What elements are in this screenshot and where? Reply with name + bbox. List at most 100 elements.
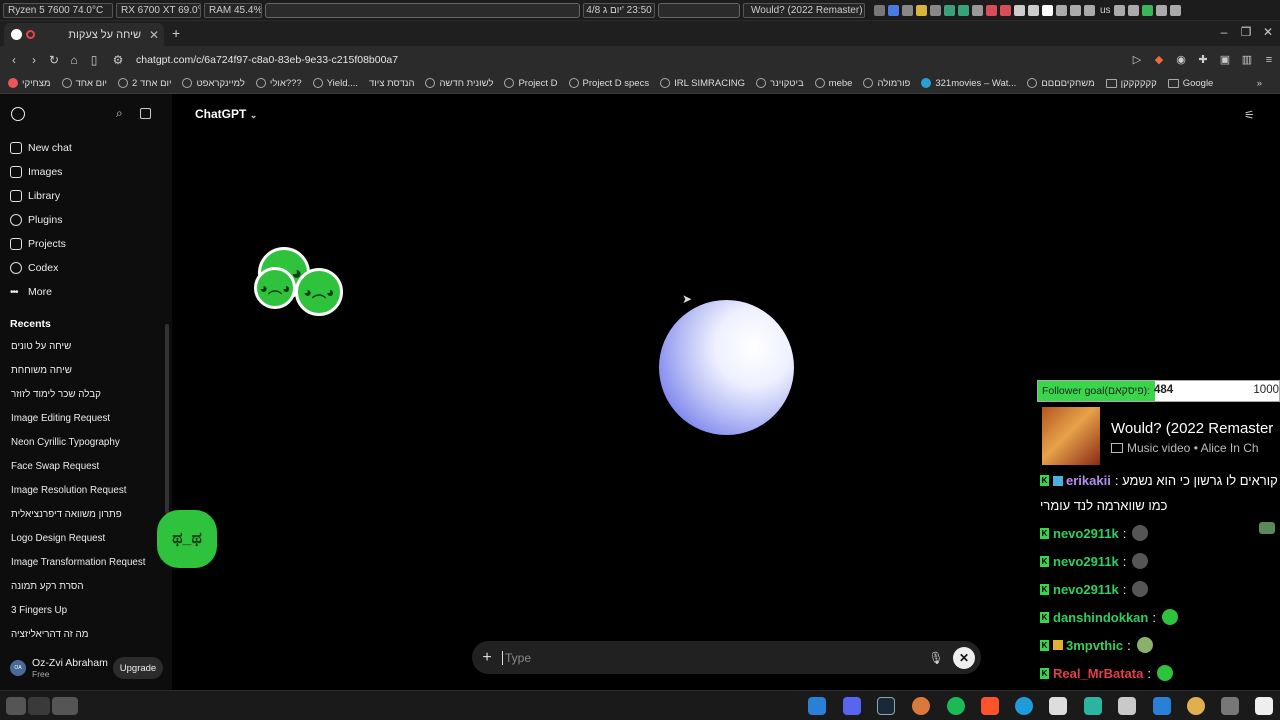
- windows-start-icon[interactable]: [808, 697, 826, 715]
- volume-icon[interactable]: [1056, 4, 1067, 16]
- bookmark-item[interactable]: מצחיקי: [8, 78, 51, 89]
- recent-chat-item[interactable]: הסרת רקע תמונה: [11, 581, 84, 592]
- bookmark-icon[interactable]: ▯: [84, 53, 104, 67]
- sidebar-toggle-icon[interactable]: ▥: [1236, 53, 1258, 66]
- bookmark-item[interactable]: אולי???: [255, 78, 302, 89]
- bookmark-item[interactable]: למיינקראפט: [182, 78, 245, 89]
- plugins-link[interactable]: Plugins: [10, 214, 62, 226]
- tray-icon[interactable]: [958, 4, 969, 16]
- projects-link[interactable]: Projects: [10, 238, 66, 250]
- settings-sliders-icon[interactable]: ⚟: [1244, 108, 1255, 122]
- workspace-thumbnail[interactable]: [52, 697, 78, 715]
- url-field[interactable]: chatgpt.com/c/6a724f97-c8a0-83eb-9e33-c2…: [136, 54, 398, 66]
- tray-icon[interactable]: [888, 4, 899, 16]
- bookmark-item[interactable]: יום אחד 2: [118, 78, 171, 89]
- images-link[interactable]: Images: [10, 166, 62, 178]
- voice-mode-orb[interactable]: [659, 300, 794, 435]
- back-icon[interactable]: ‹: [4, 53, 24, 67]
- workspace-thumbnail[interactable]: [28, 697, 50, 715]
- forward-icon[interactable]: ›: [24, 53, 44, 67]
- keyboard-layout[interactable]: us: [1100, 5, 1111, 16]
- display-icon[interactable]: [1084, 4, 1095, 16]
- home-icon[interactable]: ⌂: [64, 53, 84, 67]
- new-tab-button[interactable]: +: [172, 25, 180, 41]
- microphone-icon[interactable]: 🎙: [925, 651, 947, 665]
- spotify-icon[interactable]: [947, 697, 965, 715]
- taskbar-slot[interactable]: [658, 2, 740, 18]
- app-icon[interactable]: [1221, 697, 1239, 715]
- site-info-icon[interactable]: ⚙: [108, 53, 128, 67]
- tray-icon[interactable]: [1014, 4, 1025, 16]
- recent-chat-item[interactable]: שיחה על טונים: [11, 341, 71, 352]
- vpn-icon[interactable]: ◉: [1170, 53, 1192, 66]
- play-icon[interactable]: ▷: [1126, 53, 1148, 66]
- search-icon[interactable]: ⌕: [116, 106, 123, 121]
- recent-chat-item[interactable]: קבלה שכר לימוד לזוזר: [11, 389, 101, 400]
- clock[interactable]: 4/8 יום ג' 23:50: [583, 2, 655, 18]
- bookmark-item[interactable]: לשונית חדשה: [425, 78, 493, 89]
- workspace-bar[interactable]: [265, 2, 580, 18]
- close-window-icon[interactable]: ✕: [1258, 25, 1278, 39]
- media-player-widget[interactable]: Would? (2022 Remaster): [743, 2, 865, 18]
- tray-icon[interactable]: [930, 4, 941, 16]
- new-chat-button[interactable]: New chat: [10, 142, 72, 154]
- bookmark-folder[interactable]: קקקקקקן: [1105, 78, 1157, 89]
- layers-app-icon[interactable]: [1084, 697, 1102, 715]
- more-link[interactable]: ••• More: [10, 286, 52, 298]
- recent-chat-item[interactable]: Image Editing Request: [11, 413, 110, 424]
- brave-shield-icon[interactable]: ◆: [1148, 53, 1170, 66]
- notification-icon[interactable]: [1155, 4, 1167, 16]
- brave-icon[interactable]: [981, 697, 999, 715]
- recent-chat-item[interactable]: פתרון משוואה דיפרנציאלית: [11, 509, 122, 520]
- app-icon[interactable]: [912, 697, 930, 715]
- steam-icon[interactable]: [877, 697, 895, 715]
- recent-chat-item[interactable]: Face Swap Request: [11, 461, 99, 472]
- tray-icon[interactable]: [944, 4, 955, 16]
- bookmark-item[interactable]: פורמולה: [863, 78, 910, 89]
- status-icon[interactable]: [1141, 4, 1153, 16]
- recent-chat-item[interactable]: Logo Design Request: [11, 533, 105, 544]
- sidebar-scrollbar[interactable]: [165, 324, 169, 514]
- workspace-thumbnail[interactable]: [6, 697, 26, 715]
- tray-icon[interactable]: [1042, 4, 1053, 16]
- tray-icon[interactable]: [972, 4, 983, 16]
- end-voice-button[interactable]: ✕: [953, 646, 975, 669]
- tray-icon[interactable]: [902, 4, 913, 16]
- bookmark-item[interactable]: 321movies – Wat...: [921, 78, 1016, 89]
- tray-icon[interactable]: [874, 4, 885, 16]
- close-tab-icon[interactable]: ✕: [147, 28, 161, 42]
- bookmark-item[interactable]: Yield....: [312, 78, 358, 89]
- message-input[interactable]: [502, 650, 925, 665]
- app-icon[interactable]: [1255, 697, 1273, 715]
- tray-icon[interactable]: [1028, 4, 1039, 16]
- settings-icon[interactable]: [1169, 4, 1181, 16]
- upgrade-button[interactable]: Upgrade: [113, 657, 163, 679]
- sidebar-collapse-icon[interactable]: [140, 108, 151, 119]
- minimize-icon[interactable]: –: [1214, 25, 1234, 39]
- recent-chat-item[interactable]: 3 Fingers Up: [11, 605, 67, 616]
- more-bookmarks-icon[interactable]: »: [1257, 78, 1262, 89]
- brightness-icon[interactable]: [1070, 4, 1081, 16]
- bookmark-item[interactable]: IRL SIMRACING: [660, 78, 745, 89]
- wallet-icon[interactable]: ▣: [1214, 53, 1236, 66]
- app-icon[interactable]: [1015, 697, 1033, 715]
- network-icon[interactable]: [1127, 4, 1139, 16]
- discord-icon[interactable]: [843, 697, 861, 715]
- menu-icon[interactable]: ≡: [1258, 54, 1280, 66]
- bookmark-item[interactable]: יום אחד: [61, 78, 107, 89]
- store-icon[interactable]: [1153, 697, 1171, 715]
- recent-chat-item[interactable]: Image Transformation Request: [11, 557, 146, 568]
- tray-icon[interactable]: [986, 4, 997, 16]
- recent-chat-item[interactable]: מה זה דהריאליזציה: [11, 629, 88, 640]
- app-icon[interactable]: [1187, 697, 1205, 715]
- recent-chat-item[interactable]: Neon Cyrillic Typography: [11, 437, 120, 448]
- model-selector[interactable]: ChatGPT ⌄: [195, 107, 257, 121]
- tray-icon[interactable]: [916, 4, 927, 16]
- bookmark-folder[interactable]: Google: [1167, 78, 1213, 89]
- bookmark-item[interactable]: משחקיםםםם: [1027, 78, 1095, 89]
- extensions-icon[interactable]: ✚: [1192, 53, 1214, 66]
- active-tab[interactable]: שיחה על צעקות ✕: [4, 23, 164, 46]
- library-link[interactable]: Library: [10, 190, 60, 202]
- tray-icon[interactable]: [1000, 4, 1011, 16]
- mic-icon[interactable]: [1113, 4, 1125, 16]
